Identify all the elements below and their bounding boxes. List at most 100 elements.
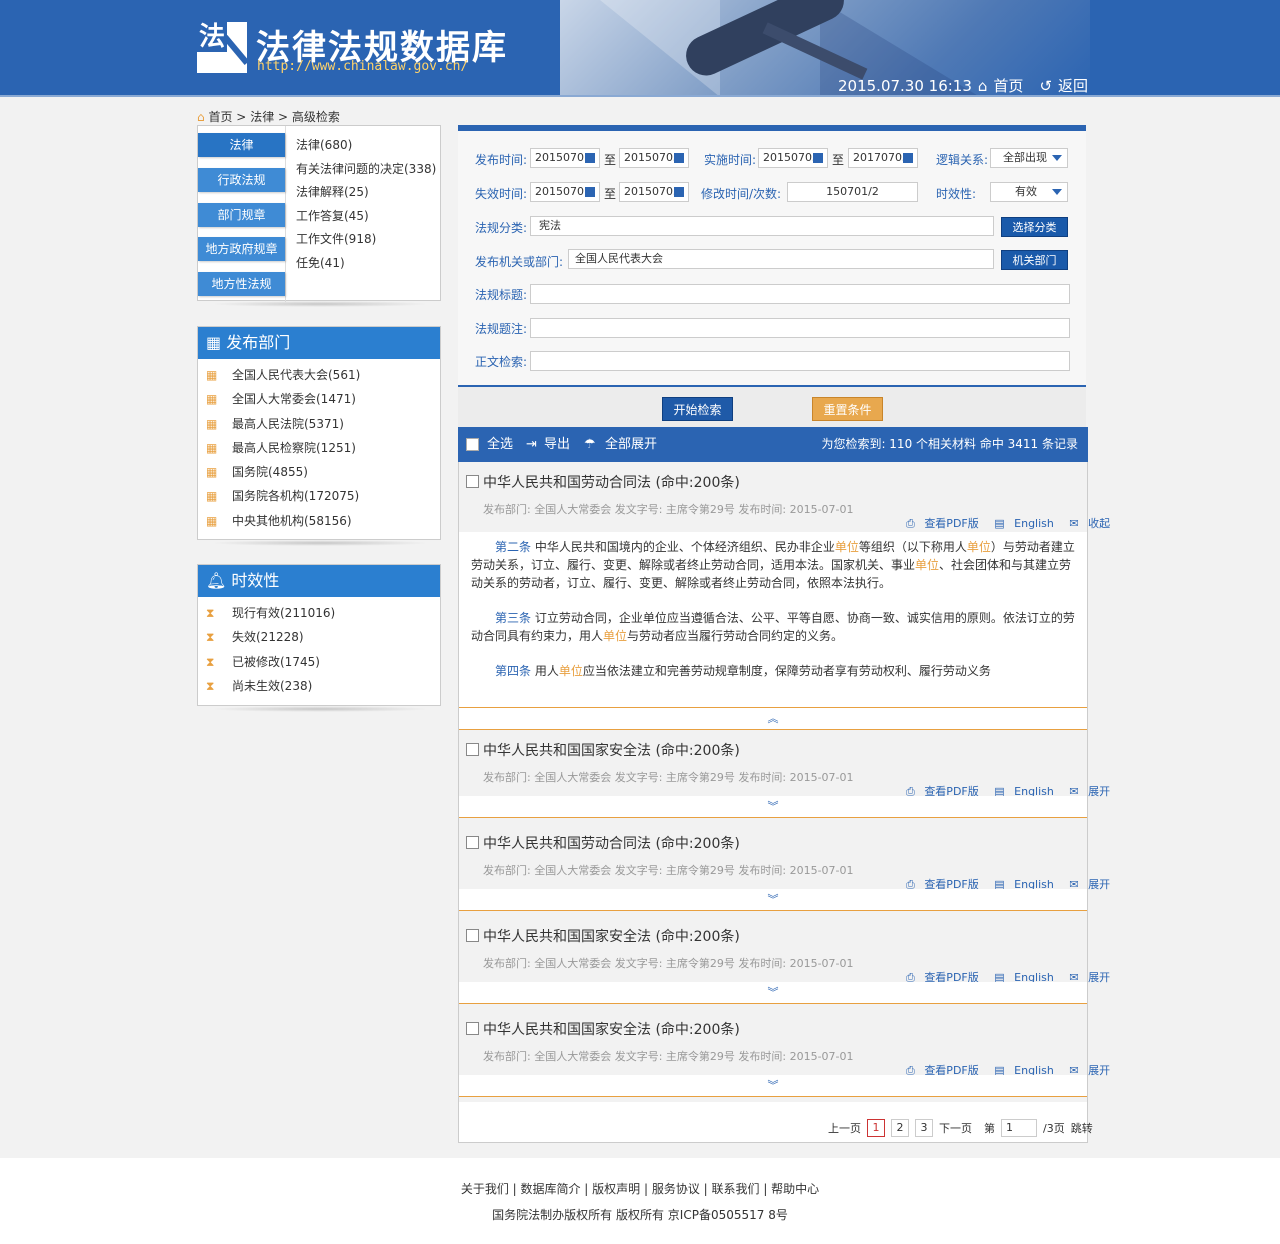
impl-to-input[interactable]: 20170703 — [848, 148, 918, 168]
page-jump-input[interactable]: 1 — [1001, 1119, 1037, 1137]
collapse-toggle[interactable]: ︽ — [459, 708, 1087, 730]
impl-from-input[interactable]: 20150703 — [758, 148, 828, 168]
list-item[interactable]: ▦ 全国人大常委会(1471) — [206, 387, 440, 411]
tab-dept-rules[interactable]: 部门规章 — [198, 203, 285, 227]
english-link[interactable]: ▤ English — [994, 517, 1060, 530]
fulltext-input[interactable] — [530, 351, 1070, 371]
page-1[interactable]: 1 — [867, 1119, 885, 1137]
result-meta: 发布部门: 全国人大常委会 发文字号: 主席令第29号 发布时间: 2015-0… — [483, 957, 854, 970]
result-actions: ⎙ 查看PDF版 ▤ English ✉ 收起 — [906, 515, 1122, 531]
org-dept-button[interactable]: 机关部门 — [1001, 250, 1068, 270]
expand-all-button[interactable]: 全部展开 — [605, 427, 657, 462]
results-toolbar: 全选 ⇥ 导出 ☂ 全部展开 为您检索到: 110 个相关材料 命中 3411 … — [458, 427, 1088, 462]
grid-icon: ▦ — [206, 465, 218, 480]
breadcrumb-advanced: 高级检索 — [291, 110, 340, 124]
subject-input[interactable] — [530, 318, 1070, 338]
list-item[interactable]: ▦ 国务院(4855) — [206, 460, 440, 484]
category-item[interactable]: 工作答复(45) — [296, 205, 436, 229]
logic-select[interactable]: 全部出现 — [990, 148, 1068, 168]
back-link[interactable]: 返回 — [1058, 75, 1088, 96]
reset-button[interactable]: 重置条件 — [812, 397, 883, 421]
home-link[interactable]: 首页 — [993, 75, 1023, 96]
site-header: 法 法律法规数据库 http://www.chinalaw.gov.cn/ 20… — [0, 0, 1280, 97]
result-meta: 发布部门: 全国人大常委会 发文字号: 主席令第29号 发布时间: 2015-0… — [483, 1050, 854, 1063]
footer-links[interactable]: 关于我们 | 数据库简介 | 版权声明 | 服务协议 | 联系我们 | 帮助中心 — [0, 1180, 1280, 1197]
tab-local-gov-rules[interactable]: 地方政府规章 — [198, 237, 285, 261]
site-url[interactable]: http://www.chinalaw.gov.cn/ — [257, 59, 468, 74]
list-item[interactable]: ⧗ 失效(21228) — [206, 625, 440, 649]
category-item[interactable]: 有关法律问题的决定(338) — [296, 158, 436, 182]
list-item[interactable]: ⧗ 尚未生效(238) — [206, 674, 440, 698]
title-input[interactable] — [530, 284, 1070, 304]
results-list: 中华人民共和国劳动合同法 (命中:200条) 发布部门: 全国人大常委会 发文字… — [458, 462, 1110, 1143]
select-all-checkbox[interactable] — [466, 438, 479, 451]
result-title[interactable]: 中华人民共和国国家安全法 (命中:200条) — [483, 926, 740, 946]
select-all-label[interactable]: 全选 — [487, 427, 513, 462]
breadcrumb-law[interactable]: 法律 — [250, 110, 274, 124]
result-checkbox[interactable] — [466, 475, 479, 488]
result-checkbox[interactable] — [466, 1022, 479, 1035]
export-button[interactable]: 导出 — [544, 427, 570, 462]
site-logo[interactable]: 法 — [197, 22, 250, 73]
expand-toggle[interactable]: ︾ — [459, 1075, 1087, 1097]
result-checkbox[interactable] — [466, 836, 479, 849]
category-item[interactable]: 法律解释(25) — [296, 181, 436, 205]
pagination: 上一页 1 2 3 下一页 第 1 /3页 跳转 — [828, 1119, 1093, 1137]
expire-from-input[interactable]: 20150701 — [530, 182, 600, 202]
header-right: 2015.07.30 16:13 ⌂ 首页 ↺ 返回 — [838, 75, 1088, 96]
tab-local-regulations[interactable]: 地方性法规 — [198, 272, 285, 296]
footer-copyright: 国务院法制办版权所有 版权所有 京ICP备0505517 8号 — [492, 1208, 788, 1222]
org-input[interactable]: 全国人民代表大会 — [568, 249, 994, 269]
list-item[interactable]: ▦ 全国人民代表大会(561) — [206, 363, 440, 387]
start-search-button[interactable]: 开始检索 — [662, 397, 733, 421]
publish-to-input[interactable]: 20150703 — [619, 148, 689, 168]
breadcrumb-home[interactable]: 首页 — [208, 110, 232, 124]
toggle-link[interactable]: ✉ 收起 — [1069, 517, 1116, 530]
list-item[interactable]: ▦ 最高人民法院(5371) — [206, 412, 440, 436]
list-item[interactable]: ▦ 中央其他机构(58156) — [206, 509, 440, 533]
result-checkbox[interactable] — [466, 743, 479, 756]
results-summary: 为您检索到: 110 个相关材料 命中 3411 条记录 — [821, 437, 1078, 451]
pdf-link[interactable]: ⎙ 查看PDF版 — [906, 517, 985, 530]
result-title[interactable]: 中华人民共和国国家安全法 (命中:200条) — [483, 1019, 740, 1039]
page-2[interactable]: 2 — [891, 1119, 909, 1137]
next-page[interactable]: 下一页 — [939, 1120, 972, 1136]
jump-button[interactable]: 跳转 — [1071, 1120, 1093, 1136]
page-3[interactable]: 3 — [915, 1119, 933, 1137]
list-item[interactable]: ▦ 国务院各机构(172075) — [206, 484, 440, 508]
result-title[interactable]: 中华人民共和国国家安全法 (命中:200条) — [483, 740, 740, 760]
result-title[interactable]: 中华人民共和国劳动合同法 (命中:200条) — [483, 833, 740, 853]
tab-law[interactable]: 法律 — [198, 133, 285, 157]
validity-panel-header: 🔔︎ 时效性 — [198, 565, 440, 597]
list-item[interactable]: ⧗ 现行有效(211016) — [206, 601, 440, 625]
validity-select[interactable]: 有效 — [990, 182, 1068, 202]
expand-toggle[interactable]: ︾ — [459, 889, 1087, 911]
pdf-icon: ⎙ — [906, 517, 915, 530]
grid-icon: ▦ — [206, 392, 218, 407]
category-input[interactable]: 宪法 — [530, 216, 994, 236]
back-icon[interactable]: ↺ — [1039, 77, 1052, 95]
expire-to-input[interactable]: 20150703 — [619, 182, 689, 202]
select-category-button[interactable]: 选择分类 — [1001, 217, 1068, 237]
modify-input[interactable]: 150701/2 — [787, 182, 918, 202]
expand-toggle[interactable]: ︾ — [459, 982, 1087, 1004]
result-item: 中华人民共和国劳动合同法 (命中:200条) 发布部门: 全国人大常委会 发文字… — [459, 823, 1110, 916]
chevron-down-icon: ︾ — [767, 893, 779, 906]
prev-page[interactable]: 上一页 — [828, 1120, 861, 1136]
result-title[interactable]: 中华人民共和国劳动合同法 (命中:200条) — [483, 472, 740, 492]
category-item[interactable]: 工作文件(918) — [296, 228, 436, 252]
tab-admin-regulations[interactable]: 行政法规 — [198, 168, 285, 192]
umbrella-icon[interactable]: ☂ — [584, 427, 596, 462]
expand-toggle[interactable]: ︾ — [459, 796, 1087, 818]
export-icon[interactable]: ⇥ — [526, 427, 537, 462]
category-item[interactable]: 法律(680) — [296, 134, 436, 158]
category-item[interactable]: 任免(41) — [296, 252, 436, 276]
publish-from-input[interactable]: 20150701 — [530, 148, 600, 168]
list-item[interactable]: ⧗ 已被修改(1745) — [206, 650, 440, 674]
calendar-icon — [813, 153, 823, 163]
hourglass-icon: ⧗ — [206, 678, 215, 693]
list-item[interactable]: ▦ 最高人民检察院(1251) — [206, 436, 440, 460]
bell-icon: 🔔︎ — [206, 571, 232, 590]
result-checkbox[interactable] — [466, 929, 479, 942]
home-icon[interactable]: ⌂ — [978, 77, 988, 95]
